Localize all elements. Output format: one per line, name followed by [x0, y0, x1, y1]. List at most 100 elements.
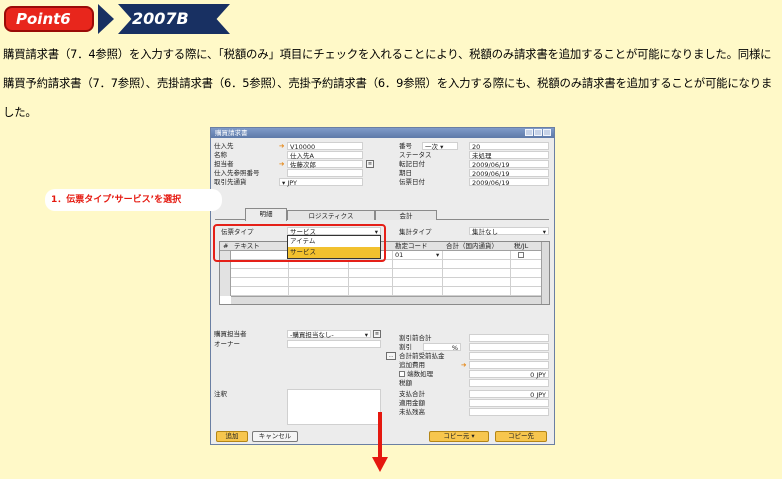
- total-payment-field: 0 JPY: [469, 390, 549, 399]
- close-icon[interactable]: [543, 129, 551, 136]
- tax-label: 税額: [399, 379, 412, 387]
- grid-divider: [392, 251, 393, 296]
- owner-label: オーナー: [214, 340, 240, 348]
- remarks-field[interactable]: [287, 389, 381, 425]
- maximize-icon[interactable]: [534, 129, 542, 136]
- callout-label: 1．伝票タイプ’サービス’を選択: [45, 189, 222, 211]
- tab-strip: 明細 ロジスティクス 会計: [215, 208, 549, 221]
- tax-checkbox[interactable]: [518, 252, 524, 258]
- summary-type-label: 集計タイプ: [399, 228, 432, 236]
- vendor-field[interactable]: V10000: [287, 142, 363, 151]
- name-field[interactable]: 仕入先A: [287, 151, 363, 160]
- down-payment-label: 合計前受前払金: [399, 352, 445, 360]
- currency-field[interactable]: ▾ JPY: [279, 178, 363, 187]
- cancel-button[interactable]: キャンセル: [252, 431, 298, 442]
- list-icon[interactable]: ≡: [373, 330, 381, 338]
- rounding-row: 端数処理: [399, 370, 433, 378]
- feature-description: 購買請求書（7．4参照）を入力する際に、「税額のみ」項目にチェックを入れることに…: [3, 47, 773, 119]
- row-header[interactable]: [220, 278, 231, 287]
- more-button[interactable]: …: [386, 352, 396, 360]
- buyer-value: -購買担当なし-: [290, 331, 334, 339]
- contact-label: 担当者: [214, 160, 234, 168]
- rounding-label: 端数処理: [407, 370, 434, 378]
- name-label: 名称: [214, 151, 227, 159]
- number-label: 番号: [399, 142, 412, 150]
- vendor-ref-field[interactable]: [287, 169, 363, 177]
- percent-unit: %: [451, 344, 458, 352]
- version-badge: 2007B: [118, 4, 230, 34]
- document-date-label: 伝票日付: [399, 178, 425, 186]
- vertical-scrollbar[interactable]: [541, 242, 549, 304]
- series-value: 一次: [425, 143, 438, 151]
- window-controls: [525, 129, 551, 136]
- window-titlebar: 購買請求書: [211, 128, 554, 138]
- table-row[interactable]: [220, 287, 541, 296]
- discount-field: [469, 343, 549, 351]
- chevron-down-icon[interactable]: ▾: [436, 251, 439, 260]
- balance-due-label: 未払残高: [399, 408, 425, 416]
- table-row[interactable]: [220, 269, 541, 278]
- applied-amount-field: [469, 399, 549, 407]
- discount-percent-field[interactable]: %: [423, 343, 461, 352]
- row-header[interactable]: [220, 287, 231, 296]
- chevron-down-icon: ▾: [542, 228, 546, 236]
- col-tax: 税/JL: [514, 242, 529, 250]
- status-field: 未処理: [469, 151, 549, 160]
- remarks-label: 注釈: [214, 390, 227, 398]
- table-row[interactable]: [220, 278, 541, 287]
- freight-label: 追加費用: [399, 361, 425, 369]
- discount-label: 割引: [399, 343, 412, 351]
- total-before-discount-label: 割引前合計: [399, 334, 432, 342]
- grid-divider: [510, 251, 511, 296]
- document-date-field[interactable]: 2009/06/19: [469, 178, 549, 187]
- vendor-label: 仕入先: [214, 142, 234, 150]
- due-date-field[interactable]: 2009/06/19: [469, 169, 549, 178]
- applied-amount-label: 適用金額: [399, 399, 425, 407]
- total-before-discount-field: [469, 334, 549, 342]
- arrow-separator: [98, 4, 114, 34]
- summary-type-select[interactable]: 集計なし ▾: [469, 227, 549, 236]
- number-field[interactable]: 20: [469, 142, 549, 151]
- link-arrow-icon[interactable]: ➔: [461, 361, 466, 369]
- copy-from-button[interactable]: コピー元 ▾: [429, 431, 489, 442]
- currency-value: JPY: [287, 179, 298, 187]
- buyer-label: 購買担当者: [214, 330, 247, 338]
- chevron-down-icon: ▾: [364, 331, 368, 339]
- tab-contents[interactable]: 明細: [245, 208, 287, 221]
- tab-accounting[interactable]: 会計: [375, 210, 437, 220]
- down-payment-field: [469, 352, 549, 360]
- col-total-local: 合計（国内通貨）: [446, 242, 498, 250]
- buyer-select[interactable]: -購買担当なし- ▾: [287, 330, 371, 339]
- horizontal-scrollbar[interactable]: [231, 296, 541, 304]
- vendor-ref-label: 仕入先参照番号: [214, 169, 260, 177]
- balance-due-field: [469, 408, 549, 416]
- rounding-field: 0 JPY: [469, 370, 549, 379]
- account-code-cell[interactable]: 01: [395, 251, 403, 260]
- col-account-code: 勘定コード: [395, 242, 428, 250]
- posting-date-field[interactable]: 2009/06/19: [469, 160, 549, 169]
- row-header[interactable]: [220, 269, 231, 278]
- purchase-invoice-window: 購買請求書 仕入先 ➔ V10000 名称 仕入先A 担当者 ➔ 佐藤次郎 ≡ …: [210, 127, 555, 445]
- highlight-box: [213, 224, 386, 262]
- add-button[interactable]: 追加: [216, 431, 248, 442]
- copy-to-button[interactable]: コピー先: [495, 431, 547, 442]
- grid-divider: [442, 251, 443, 296]
- contact-field[interactable]: 佐藤次郎: [287, 160, 363, 169]
- link-arrow-icon[interactable]: ➔: [279, 160, 284, 168]
- rounding-checkbox[interactable]: [399, 371, 405, 377]
- tab-logistics[interactable]: ロジスティクス: [287, 210, 375, 220]
- list-icon[interactable]: ≡: [366, 160, 374, 168]
- posting-date-label: 転記日付: [399, 160, 425, 168]
- tax-field: [469, 379, 549, 387]
- link-arrow-icon[interactable]: ➔: [279, 142, 284, 150]
- status-label: ステータス: [399, 151, 432, 159]
- down-arrow-icon: [378, 412, 382, 458]
- freight-field: [469, 361, 549, 369]
- minimize-icon[interactable]: [525, 129, 533, 136]
- owner-field[interactable]: [287, 340, 381, 348]
- down-arrow-head-icon: [372, 457, 388, 472]
- copy-from-label: コピー元: [443, 432, 470, 440]
- series-select[interactable]: 一次 ▾: [422, 142, 458, 151]
- due-date-label: 期日: [399, 169, 412, 177]
- window-title: 購買請求書: [215, 129, 248, 137]
